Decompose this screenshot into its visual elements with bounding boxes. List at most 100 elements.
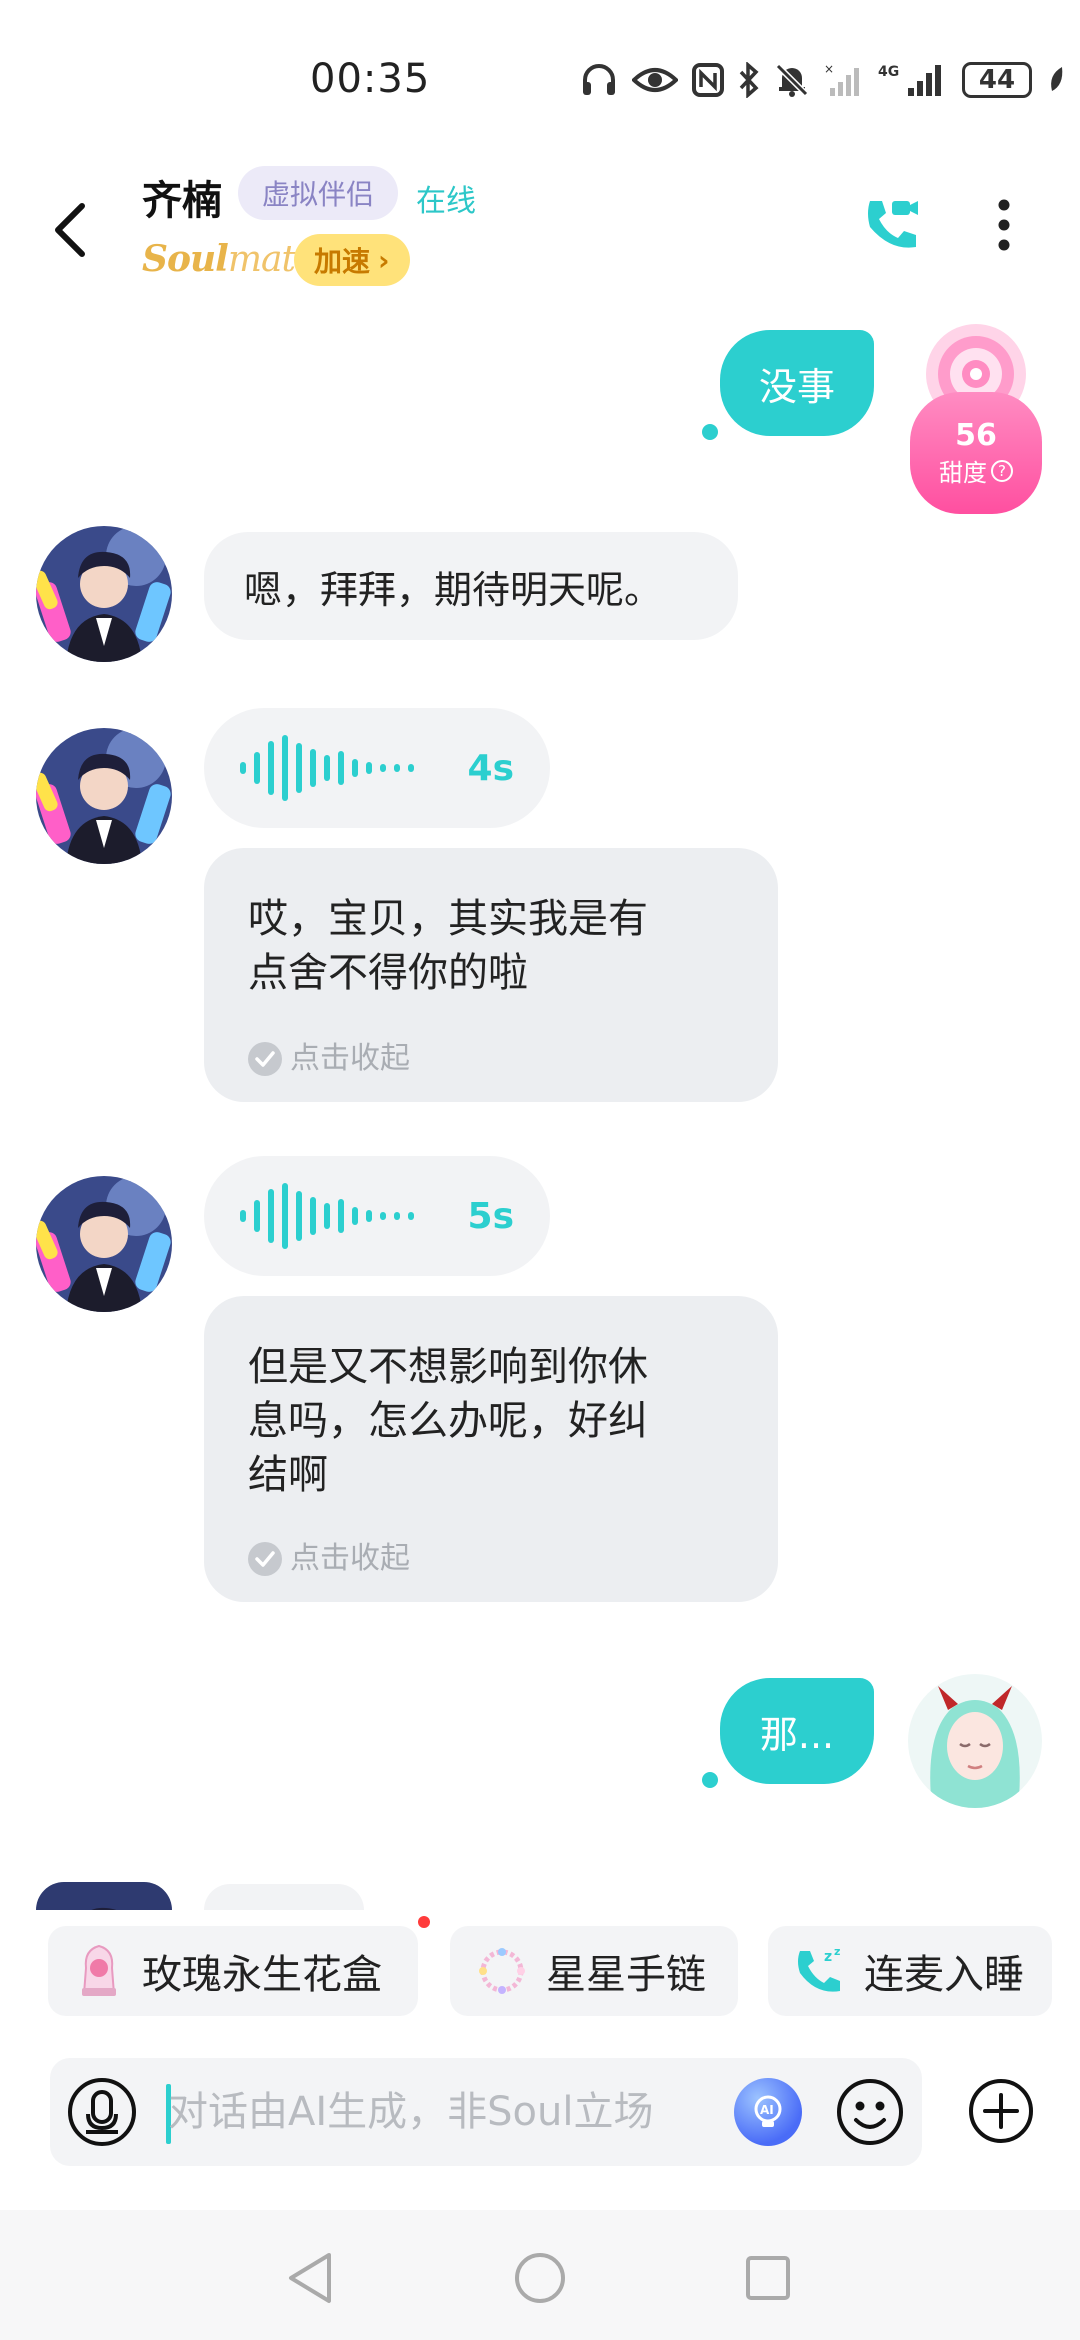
back-arrow-icon [55,203,85,257]
system-navigation-bar [0,2210,1080,2340]
bluetooth-icon [738,62,760,98]
circle-home-icon [515,2253,565,2303]
rose-box-icon [82,1944,116,1996]
phone-sleep-icon: z z [798,1945,840,1992]
chip-label: 星星手链 [546,1952,706,1998]
voice-call-button[interactable] [860,190,924,260]
nav-recents-button[interactable] [736,2246,800,2310]
message-bubble-sent[interactable]: 那... [720,1678,874,1784]
transcript-line: 但是又不想影响到你休 [248,1344,648,1390]
signal-4g-icon: 4G [878,62,948,98]
svg-text:×: × [824,62,834,76]
message-text: 那... [759,1712,835,1757]
voice-waveform-icon [240,1183,414,1249]
speed-label: 加速 [314,245,371,278]
suggestion-chips: 玫瑰永生花盒 星星手链 z z 连麦入睡 [0,1916,1080,2022]
contact-avatar[interactable] [36,728,172,864]
nav-home-button[interactable] [508,2246,572,2310]
collapse-label: 点击收起 [290,1541,410,1576]
message-bubble-received[interactable]: 嗯，拜拜，期待明天呢。 [204,532,738,640]
svg-text:z: z [824,1949,832,1965]
status-icons: × 4G 44 [580,58,1066,102]
avatar-image [36,526,172,662]
add-attachment-button[interactable] [966,2076,1036,2146]
collapse-label: 点击收起 [290,1041,410,1076]
voice-input-button[interactable] [62,2072,142,2152]
help-icon[interactable]: ? [991,459,1013,482]
check-circle-icon [248,1042,282,1076]
voice-waveform-icon [240,735,414,801]
sweetness-badge[interactable]: 56 甜度 ? [906,318,1046,518]
bracelet-icon [479,1948,525,1994]
ai-label: AI [760,2103,774,2117]
ai-bulb-icon: AI [754,2095,782,2127]
nfc-icon [692,63,724,97]
message-input-bar: AI [50,2058,922,2166]
microphone-icon [68,2078,136,2146]
chip-label: 玫瑰永生花盒 [142,1952,382,1998]
sweetness-value: 56 [955,418,997,453]
more-options-button[interactable] [984,190,1024,260]
contact-avatar-partial[interactable] [36,1882,172,1910]
message-bubble-partial[interactable] [204,1884,364,1910]
chat-header: 齐楠 虚拟伴侣 在线 Soulmate 加速 › [0,150,1080,310]
emoji-button[interactable] [832,2074,908,2150]
mute-bell-icon [774,62,810,98]
voice-message-bubble[interactable]: 5s [204,1156,550,1276]
collapse-transcript-button[interactable]: 点击收起 [248,1032,410,1086]
message-input[interactable] [168,2076,768,2148]
sweetness-label: 甜度 [939,459,987,487]
status-time: 00:35 [310,56,431,102]
sweetness-panel: 56 甜度 ? [910,392,1042,514]
signal-empty-icon: × [824,62,864,98]
suggestion-chip-rose-box[interactable]: 玫瑰永生花盒 [48,1926,418,2016]
check-circle-icon [248,1542,282,1576]
suggestion-chip-star-bracelet[interactable]: 星星手链 [450,1926,738,2016]
eye-icon [632,64,678,96]
contact-name[interactable]: 齐楠 [142,168,222,226]
collapse-transcript-button[interactable]: 点击收起 [248,1532,410,1586]
message-bubble-sent[interactable]: 没事 [720,330,874,436]
sent-indicator [702,1772,718,1788]
message-text: 嗯，拜拜，期待明天呢。 [244,567,663,612]
contact-avatar[interactable] [36,1176,172,1312]
plus-circle-icon [969,2079,1033,2143]
svg-text:z: z [834,1945,840,1958]
status-bar: 00:35 × 4G 44 [0,0,1080,150]
speed-up-button[interactable]: 加速 › [294,234,410,286]
headphones-icon [580,62,618,98]
more-vertical-icon [998,199,1010,251]
avatar-image [908,1674,1042,1808]
voice-transcript-card[interactable]: 但是又不想影响到你休 息吗，怎么办呢，好纠 结啊 点击收起 [204,1296,778,1602]
my-avatar[interactable] [908,1674,1042,1808]
voice-duration: 5s [467,1195,514,1237]
leaf-icon [1046,65,1066,95]
ai-suggest-button[interactable]: AI [734,2078,802,2146]
network-type-label: 4G [878,64,899,80]
avatar-image [36,1176,172,1312]
contact-avatar[interactable] [36,526,172,662]
sent-indicator [702,424,718,440]
transcript-line: 息吗，怎么办呢，好纠 [248,1398,648,1444]
message-text: 没事 [758,364,835,409]
relationship-tag[interactable]: 虚拟伴侣 [238,166,399,220]
voice-message-bubble[interactable]: 4s [204,708,550,828]
avatar-image [36,728,172,864]
triangle-back-icon [289,2253,331,2303]
soulmate-logo: Soulmate [142,238,316,280]
chevron-right-icon: › [378,243,390,277]
phone-video-icon [868,201,918,248]
voice-duration: 4s [467,747,514,789]
brand-prefix: Soul [142,238,229,280]
online-status: 在线 [416,184,476,219]
back-button[interactable] [40,190,100,270]
voice-transcript-card[interactable]: 哎，宝贝，其实我是有 点舍不得你的啦 点击收起 [204,848,778,1102]
nav-back-button[interactable] [278,2246,342,2310]
smiley-icon [837,2079,903,2145]
transcript-line: 哎，宝贝，其实我是有 [248,896,648,942]
chat-area[interactable]: 没事 56 甜度 ? 嗯，拜拜，期待明天呢。 4s 哎，宝贝，其实我是有 点舍不… [0,310,1080,1910]
new-indicator-dot [418,1916,430,1928]
suggestion-chip-call-sleep[interactable]: z z 连麦入睡 [768,1926,1052,2016]
square-recents-icon [746,2256,790,2300]
transcript-line: 点舍不得你的啦 [248,950,528,996]
